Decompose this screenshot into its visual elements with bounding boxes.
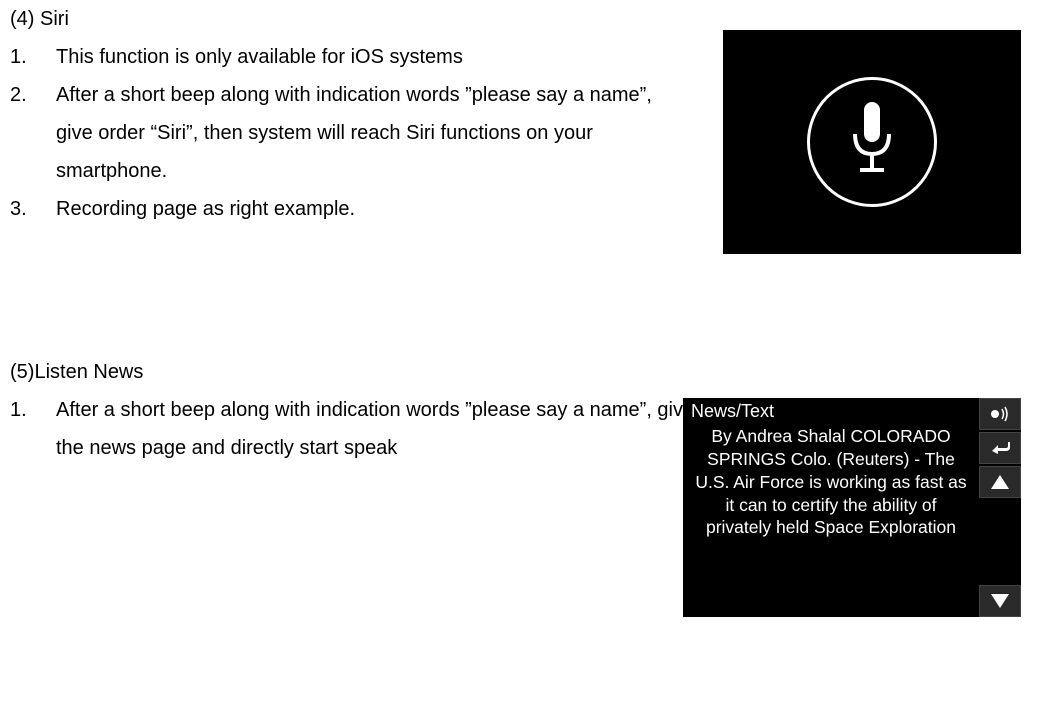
list-number: 1.: [10, 391, 56, 429]
scroll-down-button[interactable]: [979, 585, 1021, 617]
list-number: 2.: [10, 76, 56, 114]
list-text: Recording page as right example.: [56, 190, 690, 228]
scroll-up-button[interactable]: [979, 466, 1021, 498]
list-text: After a short beep along with indication…: [56, 76, 690, 190]
triangle-down-icon: [991, 594, 1009, 608]
section-heading-siri: (4) Siri: [10, 0, 690, 38]
triangle-up-icon: [991, 475, 1009, 489]
back-button[interactable]: [979, 432, 1021, 464]
list-text: This function is only available for iOS …: [56, 38, 690, 76]
microphone-circle: [807, 77, 937, 207]
voice-button[interactable]: [979, 398, 1021, 430]
list-number: 3.: [10, 190, 56, 228]
voice-icon: [988, 405, 1012, 423]
list-number: 1.: [10, 38, 56, 76]
back-arrow-icon: [989, 439, 1011, 457]
section-heading-news: (5)Listen News: [10, 353, 1031, 391]
siri-recording-screenshot: [723, 30, 1021, 254]
news-screen-body: By Andrea Shalal COLORADO SPRINGS Colo. …: [691, 425, 971, 613]
microphone-icon: [847, 102, 897, 182]
news-screen-title: News/Text: [691, 400, 971, 423]
news-text-screenshot: News/Text By Andrea Shalal COLORADO SPRI…: [683, 398, 1021, 617]
